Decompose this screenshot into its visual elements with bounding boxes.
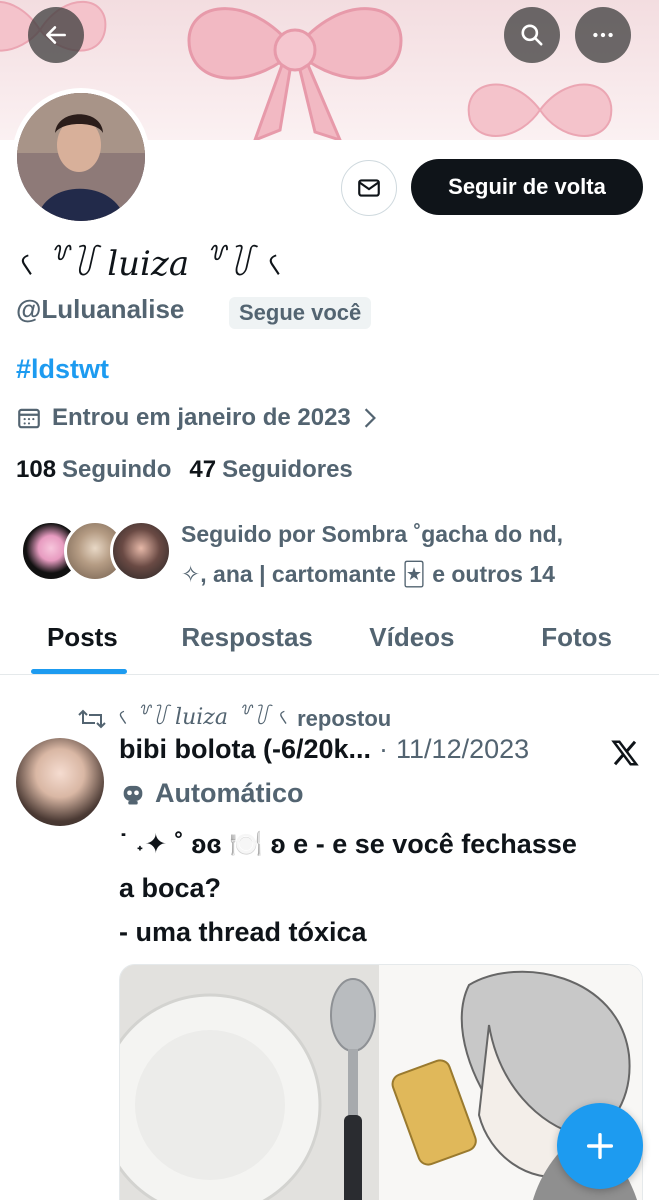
joined-date[interactable]: Entrou em janeiro de 2023 <box>16 404 379 432</box>
post-text-line: ˙ ˖✦ ˚ ʚɞ 🍽️ ʚ e - e se você fechasse <box>119 829 577 859</box>
post-author-name[interactable]: bibi bolota (-6/20k... <box>119 734 371 765</box>
followed-by-avatars[interactable] <box>20 520 172 584</box>
following-link[interactable]: 108 Seguindo <box>16 456 171 484</box>
back-button[interactable] <box>28 7 84 63</box>
post-author-avatar[interactable] <box>16 738 104 826</box>
post-text: ˙ ˖✦ ˚ ʚɞ 🍽️ ʚ e - e se você fechasse a … <box>119 822 644 954</box>
active-tab-indicator <box>31 669 127 674</box>
plus-icon <box>586 1132 614 1160</box>
joined-text: Entrou em janeiro de 2023 <box>52 404 351 431</box>
plate-spoon-photo <box>120 965 379 1200</box>
calendar-icon <box>18 408 40 429</box>
post-date[interactable]: 11/12/2023 <box>396 734 529 765</box>
bow-decoration-icon <box>467 83 613 137</box>
more-horizontal-icon <box>593 32 613 38</box>
follow-stats: 108 Seguindo 47 Seguidores <box>16 456 353 484</box>
search-icon <box>521 24 543 46</box>
message-button[interactable] <box>341 160 397 216</box>
tab-replies[interactable]: Respostas <box>165 600 330 674</box>
avatar-photo <box>17 93 145 221</box>
compose-post-button[interactable] <box>557 1103 643 1189</box>
followers-link[interactable]: 47 Seguidores <box>189 456 352 484</box>
media-image-plate[interactable] <box>120 965 379 1200</box>
followed-by-line: ✧, ana | cartomante 🃏 e outros 14 <box>181 561 555 587</box>
followed-by-text[interactable]: Seguido por Sombra ˚gacha do nd, ✧, ana … <box>181 514 641 594</box>
profile-avatar[interactable] <box>12 88 150 226</box>
bow-decoration-icon <box>187 7 403 140</box>
automated-label: Automático <box>119 778 304 809</box>
bot-icon <box>123 785 143 804</box>
chevron-right-icon <box>364 408 376 428</box>
tab-posts[interactable]: Posts <box>0 600 165 674</box>
follower-avatar <box>110 520 172 582</box>
following-label: Seguindo <box>62 456 172 483</box>
x-logo-icon[interactable] <box>610 738 640 768</box>
bio-hashtag[interactable]: #ldstwt <box>16 354 109 385</box>
followers-label: Seguidores <box>222 456 353 483</box>
envelope-icon <box>358 179 380 197</box>
followed-by-line: Seguido por Sombra ˚gacha do nd, <box>181 521 564 547</box>
profile-tabs: Posts Respostas Vídeos Fotos <box>0 600 659 675</box>
follow-back-button[interactable]: Seguir de volta <box>411 159 643 215</box>
tab-videos[interactable]: Vídeos <box>330 600 495 674</box>
post-header: bibi bolota (-6/20k... · 11/12/2023 <box>119 734 529 765</box>
more-button[interactable] <box>575 7 631 63</box>
automated-text: Automático <box>155 778 304 808</box>
post-date-separator: · <box>379 734 389 764</box>
follows-you-badge: Segue você <box>229 297 372 329</box>
tab-photos[interactable]: Fotos <box>494 600 659 674</box>
repost-indicator[interactable]: ৻ ꒷꒦ luiza ꒷꒦ ৻ repostou <box>78 700 391 737</box>
followers-count: 47 <box>189 456 217 483</box>
search-button[interactable] <box>504 7 560 63</box>
repost-label: repostou <box>297 705 392 731</box>
handle: @Luluanalise <box>16 294 185 324</box>
post-text-line: - uma thread tóxica <box>119 917 367 947</box>
repost-icon <box>78 709 106 728</box>
post-text-line: a boca? <box>119 873 222 903</box>
display-name: ৻ ꒷꒦ luiza ꒷꒦ ৻ <box>16 244 281 284</box>
arrow-left-icon <box>46 26 66 44</box>
repost-user-name: ৻ ꒷꒦ luiza ꒷꒦ ৻ <box>116 705 288 730</box>
following-count: 108 <box>16 456 57 483</box>
